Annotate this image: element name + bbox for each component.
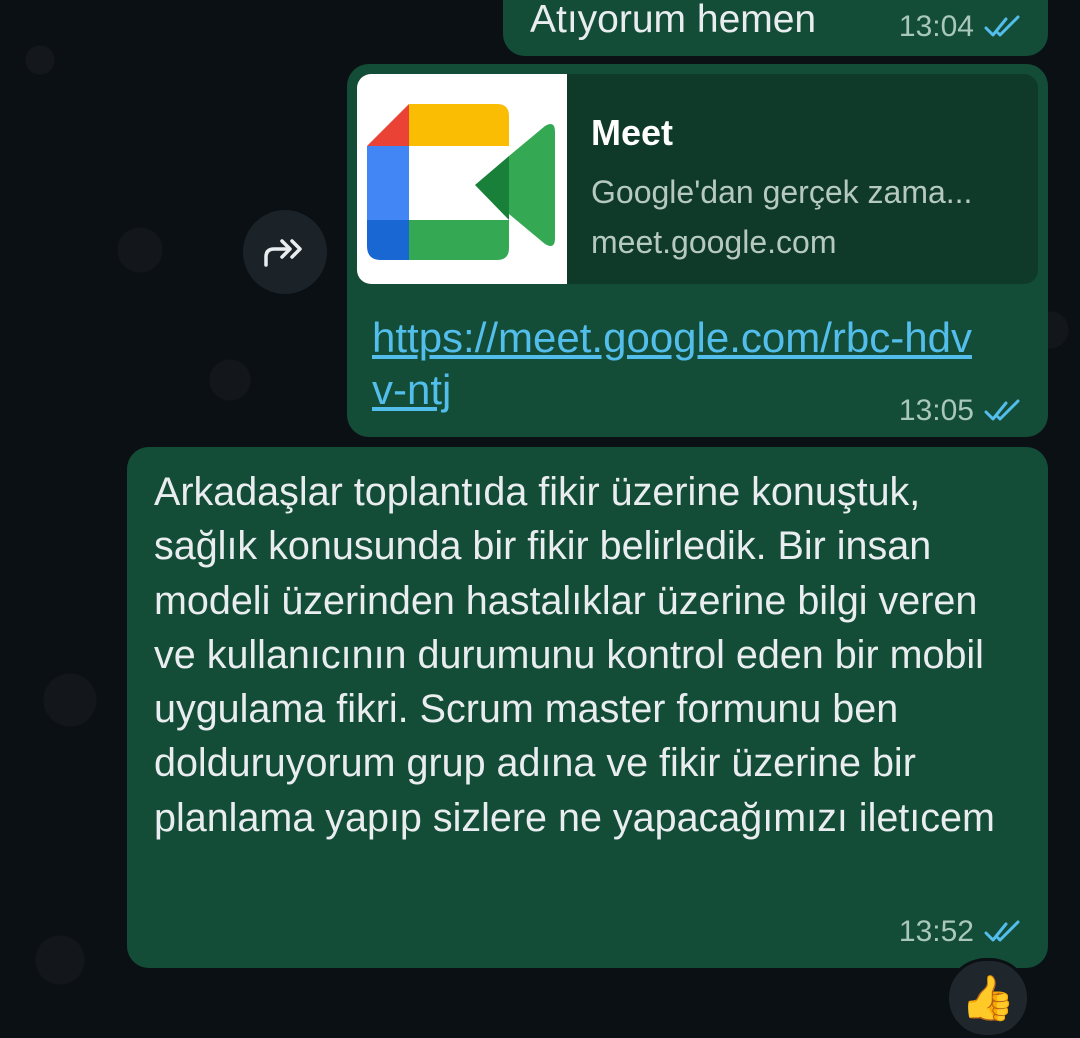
read-double-check-icon — [984, 399, 1020, 421]
forward-icon — [264, 239, 302, 267]
google-meet-logo-icon — [367, 104, 555, 260]
link-preview-thumbnail — [357, 74, 567, 284]
link-preview-title: Meet — [591, 112, 674, 153]
message-bubble[interactable]: Meet Google'dan gerçek zama... meet.goog… — [347, 64, 1048, 437]
link-preview-description: Google'dan gerçek zama... — [591, 174, 973, 210]
message-text: Arkadaşlar toplantıda fikir üzerine konu… — [154, 470, 995, 840]
message-meta: 13:05 — [899, 394, 1022, 428]
link-preview-card[interactable]: Meet Google'dan gerçek zama... meet.goog… — [357, 74, 1038, 284]
message-text: Atıyorum hemen — [530, 0, 817, 41]
message-time: 13:04 — [898, 10, 974, 43]
forward-button[interactable] — [243, 210, 327, 294]
thumbs-up-icon: 👍 — [960, 974, 1016, 1023]
message-meta: 13:04 — [899, 10, 1022, 44]
link-preview-domain: meet.google.com — [591, 224, 837, 260]
message-meta: 13:52 — [899, 915, 1022, 949]
message-time: 13:52 — [898, 915, 974, 948]
message-time: 13:05 — [898, 394, 974, 427]
read-double-check-icon — [984, 15, 1020, 37]
message-reaction[interactable]: 👍 — [946, 958, 1030, 1038]
message-bubble[interactable]: Arkadaşlar toplantıda fikir üzerine konu… — [127, 447, 1048, 968]
read-double-check-icon — [984, 920, 1020, 942]
message-bubble[interactable]: Atıyorum hemen 13:04 — [503, 0, 1048, 56]
